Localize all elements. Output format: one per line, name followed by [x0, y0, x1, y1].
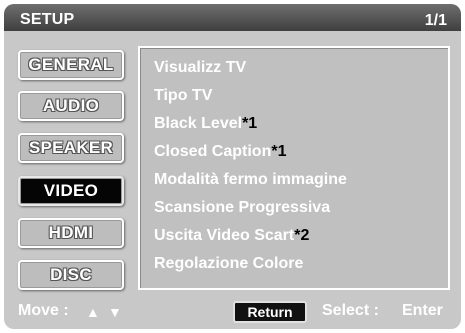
tab-label: HDMI — [48, 223, 94, 242]
menu-item-regolazione-colore[interactable]: Regolazione Colore — [154, 255, 303, 273]
tab-label: VIDEO — [43, 181, 99, 200]
enter-label: Enter — [402, 302, 443, 319]
footnote-marker: *2 — [294, 227, 310, 244]
arrow-down-icon: ▼ — [108, 304, 122, 320]
video-settings-panel: Visualizz TV Tipo TV Black Level*1 Close… — [138, 46, 450, 290]
footnote-marker: *1 — [271, 143, 287, 160]
menu-item-scansione-progressiva[interactable]: Scansione Progressiva — [154, 199, 330, 217]
tab-label: AUDIO — [42, 96, 100, 115]
move-label: Move : — [18, 302, 69, 319]
tab-speaker[interactable]: SPEAKER — [18, 133, 124, 163]
select-label: Select : — [322, 302, 379, 319]
tab-label: GENERAL — [28, 55, 114, 74]
footnote-marker: *1 — [242, 115, 258, 132]
tab-video[interactable]: VIDEO — [18, 176, 124, 206]
menu-item-uscita-video-scart[interactable]: Uscita Video Scart*2 — [154, 227, 309, 245]
tab-label: SPEAKER — [28, 138, 114, 157]
tab-label: DISC — [50, 265, 92, 284]
return-label: Return — [247, 304, 293, 320]
return-button[interactable]: Return — [233, 301, 307, 323]
page-indicator: 1/1 — [424, 12, 447, 29]
tab-general[interactable]: GENERAL — [18, 50, 124, 80]
tab-disc[interactable]: DISC — [18, 260, 124, 290]
title-bar: SETUP 1/1 — [4, 4, 461, 31]
menu-item-visualizz-tv[interactable]: Visualizz TV — [154, 59, 246, 77]
page-title: SETUP — [20, 11, 75, 28]
tab-hdmi[interactable]: HDMI — [18, 218, 124, 248]
menu-item-black-level[interactable]: Black Level*1 — [154, 115, 257, 133]
menu-item-closed-caption[interactable]: Closed Caption*1 — [154, 143, 286, 161]
tab-audio[interactable]: AUDIO — [18, 91, 124, 121]
menu-item-fermo-immagine[interactable]: Modalità fermo immagine — [154, 171, 347, 189]
menu-item-tipo-tv[interactable]: Tipo TV — [154, 87, 212, 105]
arrow-up-icon: ▲ — [86, 304, 100, 320]
